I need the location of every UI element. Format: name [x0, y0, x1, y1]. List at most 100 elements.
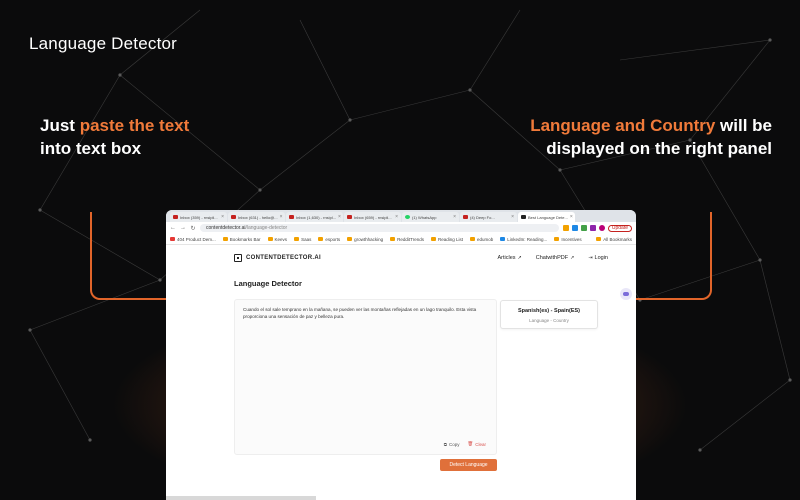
close-icon[interactable]: ×	[395, 214, 398, 220]
folder-icon	[267, 237, 273, 241]
browser-tab[interactable]: (1) WhatsApp ×	[402, 212, 459, 222]
login-button[interactable]: ⇥ Login	[588, 255, 608, 261]
folder-icon	[390, 237, 396, 241]
result-card: Spanish(es) - Spain(ES) Language - Count…	[500, 300, 598, 329]
nav-chatwithpdf[interactable]: ChatwithPDF ↗	[536, 255, 575, 261]
bookmark-item[interactable]: 404 Product Dem...	[170, 237, 216, 242]
folder-icon	[318, 237, 324, 241]
close-icon[interactable]: ×	[511, 214, 514, 220]
whatsapp-icon	[405, 215, 410, 219]
bookmark-label: Incentives	[561, 236, 582, 242]
right-caption: Language and Country will be displayed o…	[472, 114, 772, 160]
browser-tab-active[interactable]: Best Language Dete... ×	[518, 212, 575, 222]
gmail-icon	[231, 215, 236, 219]
bookmarks-bar: 404 Product Dem... Bookmarks Bar Keevs S…	[166, 234, 636, 245]
nav-articles-label: Articles	[497, 255, 516, 261]
extension-icon[interactable]	[562, 225, 569, 231]
bookmark-item[interactable]: Keevs	[267, 237, 287, 242]
folder-icon	[347, 237, 353, 241]
horizontal-scrollbar[interactable]	[166, 496, 316, 500]
input-text[interactable]: Cuando el sol sale temprano en la mañana…	[243, 306, 493, 320]
browser-tab[interactable]: Inbox (659) - rnsipli... ×	[344, 212, 401, 222]
bookmark-label: Reading List	[437, 236, 464, 242]
login-icon: ⇥	[588, 255, 593, 261]
tab-label: (1) WhatsApp	[412, 214, 437, 220]
left-caption-highlight: paste the text	[79, 116, 190, 135]
folder-icon	[294, 237, 300, 241]
address-row: ← → ↻ contentdetector.ai/language-detect…	[166, 222, 636, 234]
gmail-icon	[173, 215, 178, 219]
browser-tab[interactable]: (4) Deep Fo... ×	[460, 212, 517, 222]
text-input-panel[interactable]: Cuando el sol sale temprano en la mañana…	[234, 299, 497, 455]
site-nav: Articles ↗ ChatwithPDF ↗ ⇥ Login	[497, 255, 608, 261]
forward-icon[interactable]: →	[180, 225, 186, 231]
url-path: /language-detector	[245, 225, 288, 231]
bookmark-item[interactable]: esports	[318, 237, 340, 242]
copy-label: Copy	[449, 441, 460, 447]
reload-icon[interactable]: ↻	[190, 225, 196, 232]
gmail-icon	[347, 215, 352, 219]
extension-icon[interactable]	[589, 225, 596, 231]
trash-icon: 🗑	[467, 441, 474, 446]
panel-actions: ⧉ Copy 🗑 Clear	[444, 441, 486, 447]
tab-label: (4) Deep Fo...	[470, 214, 495, 220]
nav-articles[interactable]: Articles ↗	[497, 255, 521, 261]
clear-button[interactable]: 🗑 Clear	[468, 441, 486, 447]
bookmark-item[interactable]: LinkedIn: Reading...	[500, 237, 547, 242]
tab-label: Inbox (359) - rnsipli...	[180, 214, 218, 220]
page-content: CONTENTDETECTOR.AI Articles ↗ ChatwithPDF…	[166, 245, 636, 500]
bookmark-item[interactable]: Incentives	[554, 236, 582, 242]
url-bar[interactable]: contentdetector.ai/language-detector	[200, 224, 559, 232]
all-bookmarks[interactable]: All Bookmarks	[596, 237, 632, 242]
gmail-icon	[289, 215, 294, 219]
left-caption-post: into text box	[40, 139, 142, 158]
folder-icon	[430, 237, 436, 241]
bookmark-item[interactable]: Reading List	[430, 236, 464, 242]
bookmark-item[interactable]: edumob	[470, 237, 493, 242]
browser-tab[interactable]: Inbox (359) - rnsipli... ×	[170, 212, 227, 222]
detect-language-button[interactable]: Detect Language	[440, 459, 497, 471]
browser-window: Inbox (359) - rnsipli... × Inbox (631) - …	[166, 210, 636, 500]
bookmark-item[interactable]: Saas	[294, 237, 311, 242]
avatar[interactable]	[598, 225, 605, 231]
close-icon[interactable]: ×	[453, 214, 456, 220]
site-logo[interactable]: CONTENTDETECTOR.AI	[234, 254, 321, 262]
close-icon[interactable]: ×	[221, 214, 224, 220]
bookmark-item[interactable]: growthhacking	[347, 237, 383, 242]
left-caption: Just paste the text into text box	[40, 114, 190, 160]
right-bracket-decoration	[636, 212, 712, 300]
bookmark-label: growthhacking	[354, 236, 384, 242]
bookmark-item[interactable]: Bookmarks Bar	[222, 236, 261, 242]
result-value: Spanish(es) - Spain(ES)	[517, 308, 581, 314]
extension-icons: Update	[562, 224, 632, 232]
back-icon[interactable]: ←	[170, 225, 176, 231]
update-button[interactable]: Update	[607, 224, 632, 232]
youtube-icon	[463, 215, 468, 219]
folder-icon	[222, 237, 228, 241]
all-bookmarks-label: All Bookmarks	[603, 236, 632, 242]
bookmark-label: Bookmarks Bar	[229, 236, 261, 242]
chat-widget-icon[interactable]	[620, 288, 632, 300]
login-label: Login	[594, 255, 608, 261]
extension-icon[interactable]	[571, 225, 578, 231]
bookmark-label: esports	[325, 236, 341, 242]
tab-bar: Inbox (359) - rnsipli... × Inbox (631) - …	[166, 210, 636, 222]
close-icon[interactable]: ×	[280, 214, 283, 220]
close-icon[interactable]: ×	[570, 214, 573, 220]
folder-icon	[470, 237, 476, 241]
site-header: CONTENTDETECTOR.AI Articles ↗ ChatwithPDF…	[234, 251, 608, 265]
external-link-icon: ↗	[517, 255, 522, 261]
copy-button[interactable]: ⧉ Copy	[444, 441, 460, 447]
logo-icon	[234, 254, 242, 262]
tab-label: Inbox (1,630) - rnsipl...	[296, 214, 337, 220]
browser-tab[interactable]: Inbox (631) - hello@... ×	[228, 212, 285, 222]
extension-icon[interactable]	[580, 225, 587, 231]
folder-icon	[596, 237, 602, 241]
tab-label: Inbox (659) - rnsipli...	[354, 214, 392, 220]
bookmark-label: Saas	[301, 236, 312, 242]
bookmark-item[interactable]: RedditTrends	[390, 237, 424, 242]
close-icon[interactable]: ×	[338, 214, 341, 220]
browser-tab[interactable]: Inbox (1,630) - rnsipl... ×	[286, 212, 343, 222]
logo-text: CONTENTDETECTOR.AI	[246, 255, 321, 261]
left-caption-pre: Just	[40, 116, 80, 135]
